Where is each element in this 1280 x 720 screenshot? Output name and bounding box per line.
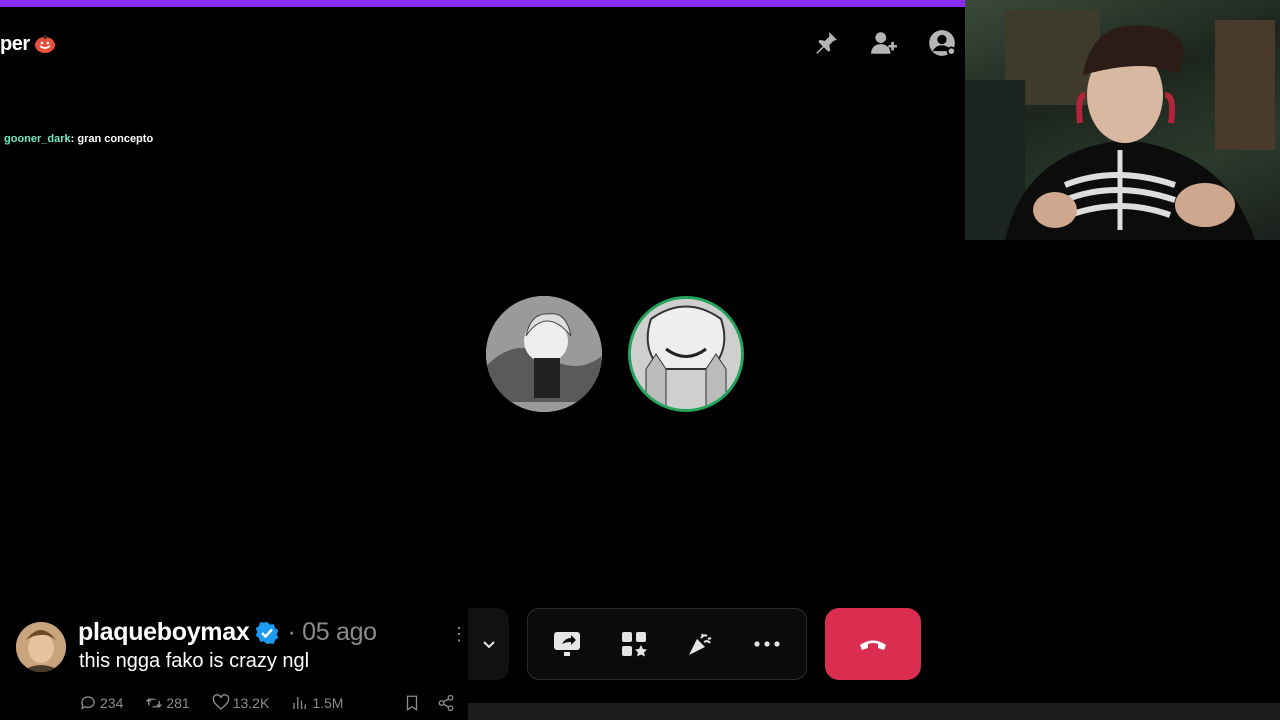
soundboard-icon — [689, 633, 712, 655]
bottom-strip — [468, 703, 1280, 720]
pin-icon[interactable] — [810, 28, 842, 58]
chevron-down-icon — [482, 641, 495, 649]
channel-title-text: per — [0, 32, 30, 55]
screen-share-icon — [554, 632, 581, 656]
share-icon[interactable] — [437, 694, 455, 712]
heart-icon — [212, 694, 229, 710]
retweet-icon — [146, 698, 163, 708]
streamer-webcam — [965, 0, 1280, 240]
retweet-count: 281 — [166, 695, 190, 711]
stream-top-bar — [0, 0, 965, 7]
like-count: 13.2K — [232, 695, 270, 711]
reply-count: 234 — [100, 695, 124, 711]
tweet-stats: 234 281 13.2K 1.5M — [79, 694, 365, 712]
reply-icon — [80, 696, 95, 710]
tweet-more-icon[interactable]: ⋮ — [450, 624, 468, 645]
call-participants — [486, 296, 744, 412]
participant-avatar[interactable] — [486, 296, 602, 412]
like-button[interactable]: 13.2K — [212, 694, 270, 712]
tweet-timestamp: · 05 ago — [287, 618, 377, 646]
reply-button[interactable]: 234 — [79, 694, 123, 712]
chat-message: gooner_dark: gran concepto — [4, 133, 154, 145]
user-profile-icon[interactable] — [926, 28, 958, 58]
verified-badge-icon — [256, 621, 279, 644]
tweet-header: plaqueboymax · 05 ago — [78, 618, 377, 647]
expand-chevron-button[interactable] — [468, 608, 509, 680]
tweet-overlay: plaqueboymax · 05 ago ⋮ this ngga fako i… — [0, 598, 468, 720]
disconnect-button[interactable] — [825, 608, 921, 680]
more-options-button[interactable] — [745, 622, 789, 666]
screen-share-button[interactable] — [545, 622, 589, 666]
retweet-button[interactable]: 281 — [145, 694, 190, 712]
views-chart-icon — [293, 697, 307, 709]
soundboard-button[interactable] — [678, 622, 722, 666]
bookmark-icon[interactable] — [403, 694, 421, 712]
tweet-username[interactable]: plaqueboymax — [78, 618, 250, 647]
participant-avatar-speaking[interactable] — [628, 296, 744, 412]
tweet-actions — [403, 694, 455, 712]
channel-title: per — [0, 31, 56, 57]
views-count: 1.5M — [312, 695, 344, 711]
activities-icon — [621, 632, 647, 657]
call-top-toolbar — [810, 28, 958, 58]
tweet-author-avatar[interactable] — [16, 622, 66, 672]
pumpkin-icon — [34, 34, 56, 54]
call-controls — [527, 608, 807, 680]
chat-text: gran concepto — [77, 133, 154, 145]
ellipsis-icon — [754, 641, 780, 647]
hang-up-phone-icon — [860, 640, 886, 650]
chat-username: gooner_dark — [4, 133, 71, 145]
tweet-body: this ngga fako is crazy ngl — [79, 650, 310, 672]
add-member-icon[interactable] — [868, 28, 900, 58]
activities-button[interactable] — [612, 622, 656, 666]
views-button[interactable]: 1.5M — [291, 694, 343, 712]
